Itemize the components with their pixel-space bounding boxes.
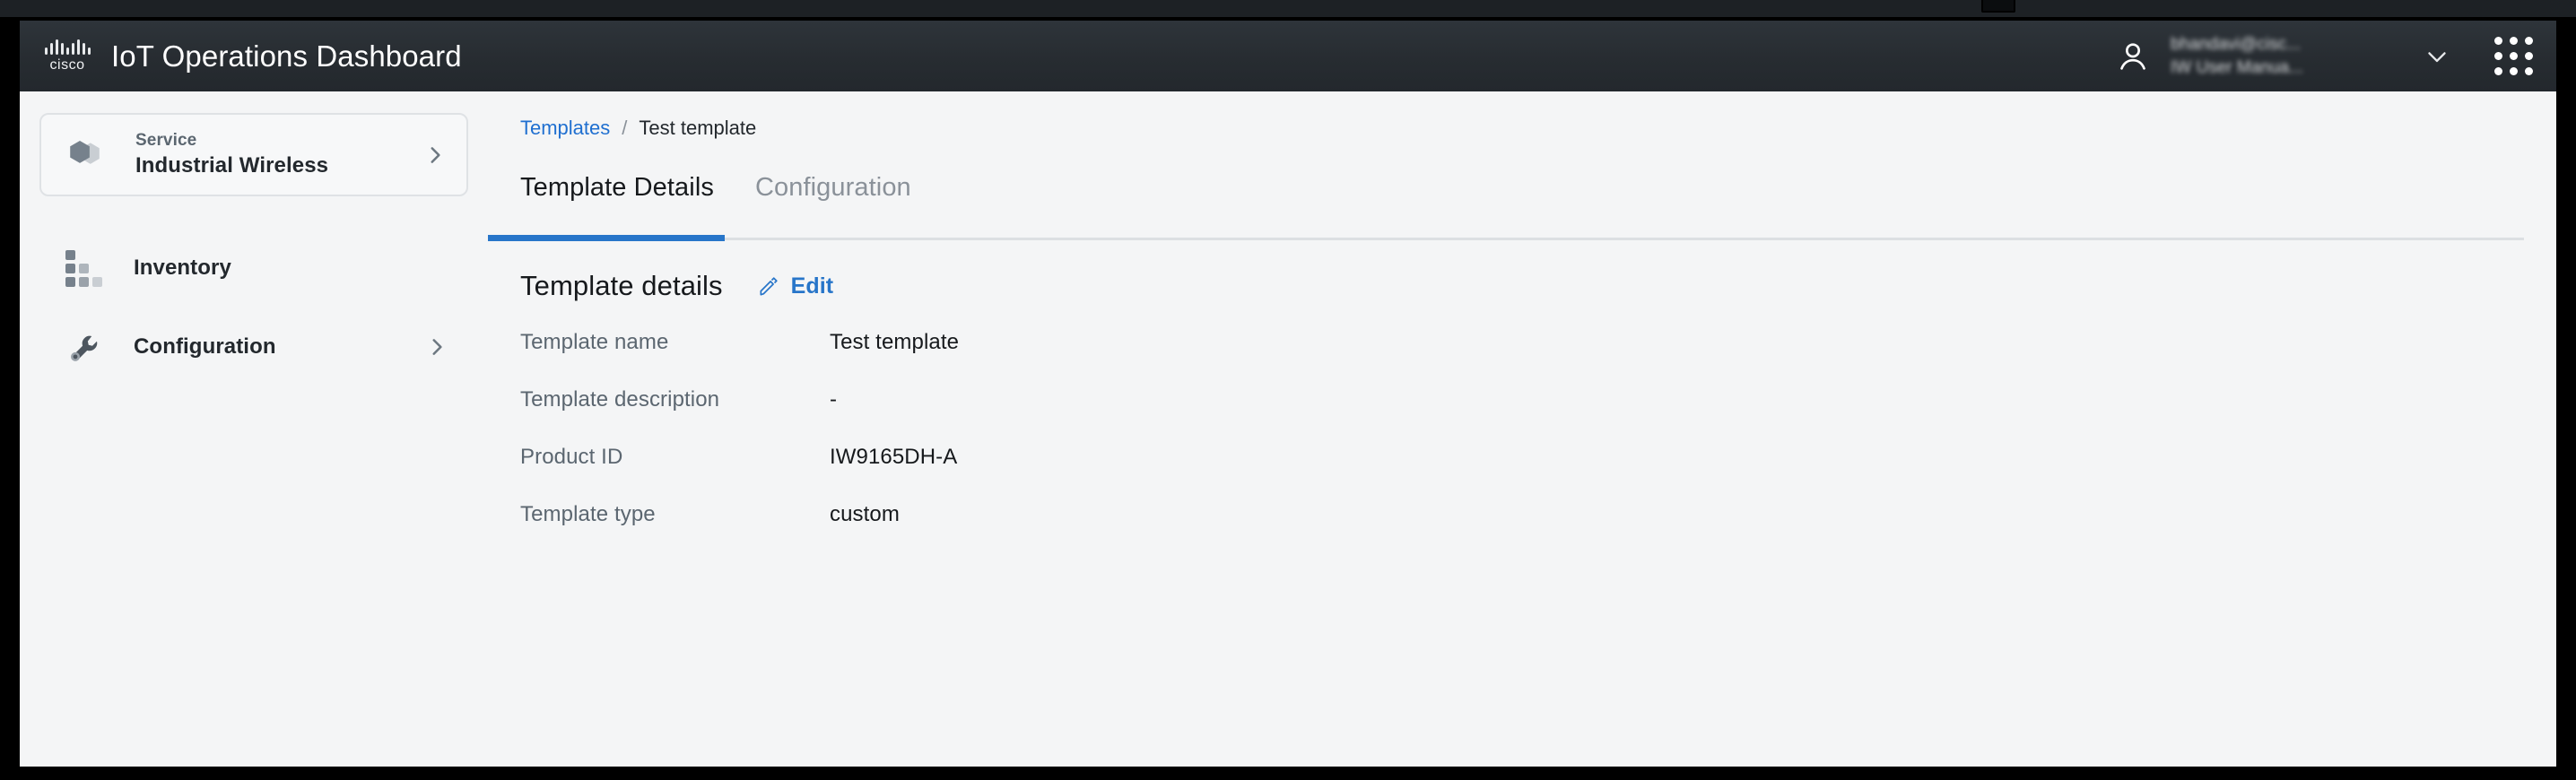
app-header: cisco IoT Operations Dashboard bhandavi@… [20,21,2556,91]
sidebar-item-label: Configuration [134,334,276,359]
detail-row-template-description: Template description - [520,387,2556,445]
breadcrumb-current: Test template [639,117,757,139]
template-details-panel: Template details Edit Template name Test… [520,265,2556,559]
user-text-block: bhandavi@cisc... IW User Manua... [2171,35,2395,78]
detail-key: Product ID [520,445,623,469]
service-value: Industrial Wireless [135,153,329,178]
detail-key: Template name [520,330,669,354]
detail-value: Test template [830,330,960,354]
detail-row-template-name: Template name Test template [520,330,2556,387]
user-menu-toggle[interactable] [2404,21,2470,91]
cisco-wordmark: cisco [49,56,85,73]
detail-row-product-id: Product ID IW9165DH-A [520,445,2556,502]
app-switcher-button[interactable] [2470,21,2556,91]
details-header: Template details Edit [520,265,2556,307]
breadcrumb: Templates / Test template [520,115,2556,142]
details-rows: Template name Test template Template des… [520,330,2556,559]
window-chrome-stub [1981,0,2015,13]
header-right-cluster: bhandavi@cisc... IW User Manua... [2115,21,2556,91]
detail-key: Template type [520,502,656,526]
service-chevron [423,143,447,167]
user-org: IW User Manua... [2171,57,2303,77]
chevron-right-icon [431,146,440,163]
chevron-down-icon [2428,51,2446,62]
cisco-bars-icon [44,39,91,55]
detail-value: - [830,387,838,412]
user-menu[interactable]: bhandavi@cisc... IW User Manua... [2115,35,2404,78]
inventory-grid-icon [63,249,105,287]
details-title: Template details [520,270,723,301]
body-area: Service Industrial Wireless Inventory Co… [20,91,2556,767]
detail-row-template-type: Template type custom [520,502,2556,559]
chevron-right-icon [432,339,442,355]
page-title: IoT Operations Dashboard [111,39,462,73]
breadcrumb-separator: / [622,117,628,139]
app-grid-icon [2493,37,2533,75]
sidebar-item-label: Inventory [134,256,231,280]
sidebar-item-configuration[interactable]: Configuration [39,309,468,385]
edit-button[interactable]: Edit [757,273,834,299]
service-text-block: Service Industrial Wireless [135,131,328,178]
tab-configuration[interactable]: Configuration [755,173,911,215]
sidebar-item-inventory[interactable]: Inventory [39,230,468,306]
user-email: bhandavi@cisc... [2171,34,2301,54]
edit-label: Edit [790,273,834,299]
tab-active-underline [488,235,725,241]
user-icon [2120,42,2145,70]
window-chrome-strip [0,0,2576,17]
pencil-icon [760,277,778,296]
wrench-icon [63,329,105,366]
hexagon-service-icon [65,132,107,178]
tab-bar: Template Details Configuration [520,163,2556,215]
application-window: cisco IoT Operations Dashboard bhandavi@… [0,0,2576,780]
configuration-chevron [425,335,448,359]
detail-value: custom [830,502,900,526]
tab-template-details[interactable]: Template Details [520,173,714,215]
sidebar: Service Industrial Wireless Inventory Co… [20,91,488,767]
sidebar-item-service[interactable]: Service Industrial Wireless [39,113,468,196]
detail-value: IW9165DH-A [830,445,958,469]
breadcrumb-link-templates[interactable]: Templates [520,117,610,140]
detail-key: Template description [520,387,720,412]
main-content: Templates / Test template Template Detai… [488,91,2556,767]
tab-bar-rule [488,238,2524,240]
cisco-logo: cisco [39,39,95,74]
brand-block: cisco IoT Operations Dashboard [20,39,462,74]
service-label: Service [135,131,197,150]
